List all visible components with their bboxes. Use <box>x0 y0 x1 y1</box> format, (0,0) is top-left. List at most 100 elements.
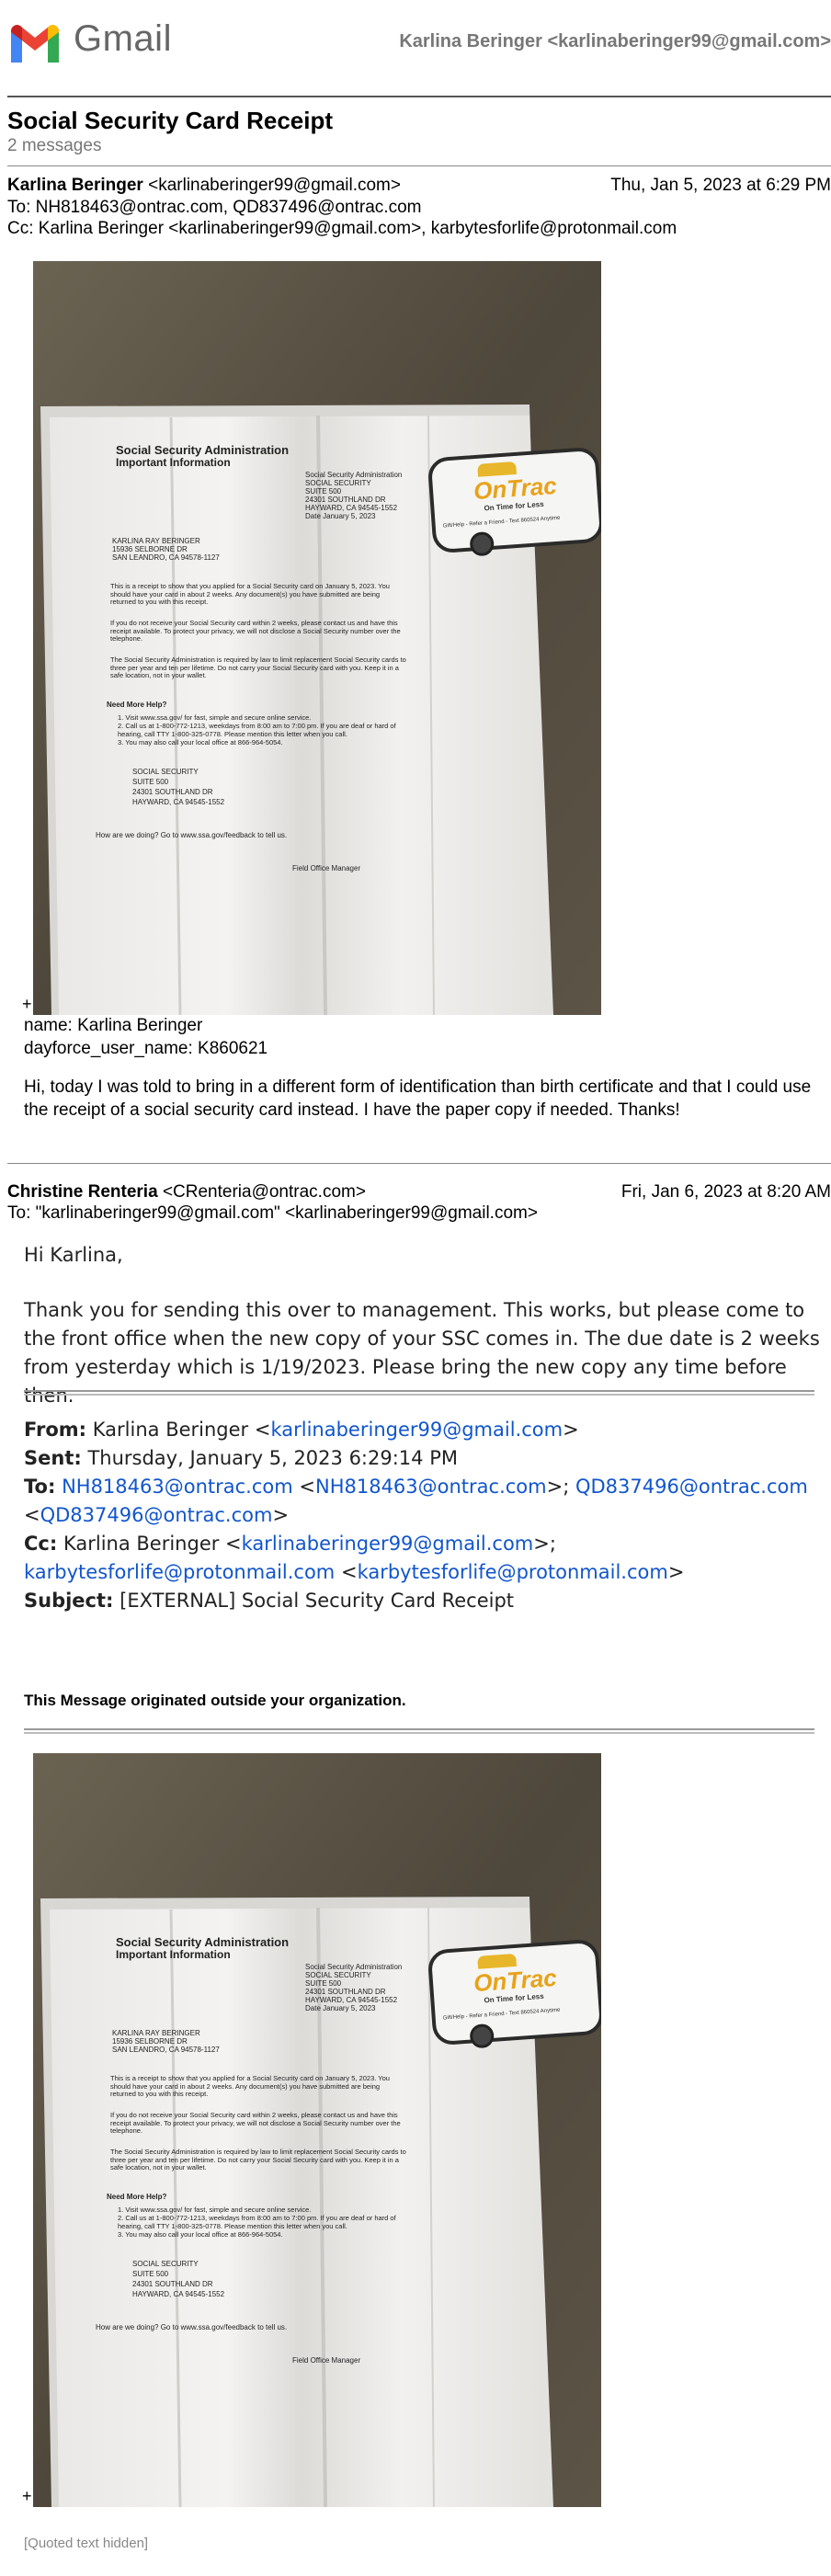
cc-email-link[interactable]: karbytesforlife@protonmail.com <box>24 1561 335 1583</box>
subject-label: Subject: <box>24 1590 114 1612</box>
ontrac-badge: OnTrac On Time for Less Gift/Help - Refe… <box>427 446 601 557</box>
letter-help-title: Need More Help? <box>107 701 167 709</box>
badge-footer: Gift/Help - Refer a Friend - Text 860524… <box>442 515 561 530</box>
addr-line: HAYWARD, CA 94545-1552 <box>305 504 398 512</box>
to-email-link[interactable]: NH818463@ontrac.com <box>62 1476 293 1498</box>
para-line: telephone. <box>110 634 143 643</box>
external-warning: This Message originated outside your org… <box>24 1692 406 1709</box>
to-label: To: <box>24 1476 56 1498</box>
sent-label: Sent: <box>24 1447 82 1469</box>
recipient-line: 15936 SELBORNE DR <box>112 2037 188 2046</box>
reply-greeting: Hi Karlina, <box>24 1244 123 1266</box>
expand-plus[interactable]: + <box>22 2487 32 2506</box>
ontrac-badge: OnTrac On Time for Less Gift/Help - Refe… <box>427 1938 601 2049</box>
letter-feedback: How are we doing? Go to www.ssa.gov/feed… <box>96 831 288 839</box>
top-bar: Gmail Karlina Beringer <karlinaberinger9… <box>0 0 831 96</box>
office-line: SUITE 500 <box>132 2270 169 2278</box>
msg1-body: Hi, today I was told to bring in a diffe… <box>24 1077 812 1120</box>
addr-line: SOCIAL SECURITY <box>305 479 371 487</box>
gmail-logo-text: Gmail <box>74 18 172 59</box>
receipt-letter-text: Social Security Administration Important… <box>33 261 601 1015</box>
account-label: Karlina Beringer <karlinaberinger99@gmai… <box>399 31 831 51</box>
message-divider <box>7 1163 831 1164</box>
msg1-to: To: NH818463@ontrac.com, QD837496@ontrac… <box>7 198 422 217</box>
letter-agency: Social Security Administration <box>116 1935 290 1949</box>
quoted-sent: Sent: Thursday, January 5, 2023 6:29:14 … <box>24 1444 824 1473</box>
msg1-cc: Cc: Karlina Beringer <karlinaberinger99@… <box>7 219 677 238</box>
cc-email-link[interactable]: karlinaberinger99@gmail.com <box>242 1533 534 1555</box>
receipt-photo-quoted[interactable]: Social Security Administration Important… <box>33 1753 601 2507</box>
badge-footer: Gift/Help - Refer a Friend - Text 860524… <box>442 2007 561 2022</box>
separator: >; <box>546 1476 575 1498</box>
para-line: receipt available. To protect your priva… <box>110 2118 401 2127</box>
letter-help-list: 1. Visit www.ssa.gov/ for fast, simple a… <box>118 2206 396 2239</box>
expand-plus[interactable]: + <box>22 995 32 1014</box>
addr-line: SUITE 500 <box>305 1979 342 1988</box>
recipient-line: KARLINA RAY BERINGER <box>112 2029 200 2037</box>
office-line: 24301 SOUTHLAND DR <box>132 2280 213 2288</box>
bracket: > <box>563 1419 579 1441</box>
office-line: SUITE 500 <box>132 778 169 786</box>
warning-separator <box>24 1728 814 1734</box>
letter-paragraph: If you do not receive your Social Securi… <box>110 2111 401 2136</box>
from-email-link[interactable]: karlinaberinger99@gmail.com <box>270 1419 563 1441</box>
letter-paragraph: If you do not receive your Social Securi… <box>110 619 401 644</box>
help-line: 3. You may also call your local office a… <box>118 738 283 747</box>
to-email-link[interactable]: QD837496@ontrac.com <box>575 1476 808 1498</box>
letter-office: SOCIAL SECURITY SUITE 500 24301 SOUTHLAN… <box>132 2259 224 2299</box>
letter-help-list: 1. Visit www.ssa.gov/ for fast, simple a… <box>118 713 396 747</box>
letter-agency: Social Security Administration <box>116 443 290 457</box>
quoted-text-hidden[interactable]: [Quoted text hidden] <box>24 2536 148 2551</box>
letter-paragraph: The Social Security Administration is re… <box>110 655 406 680</box>
receipt-photo[interactable]: Social Security Administration Important… <box>33 261 601 1015</box>
bracket: < <box>24 1504 40 1526</box>
recipient-line: KARLINA RAY BERINGER <box>112 537 200 545</box>
letter-office: SOCIAL SECURITY SUITE 500 24301 SOUTHLAN… <box>132 767 224 807</box>
letter-paragraph: This is a receipt to show that you appli… <box>110 2074 390 2099</box>
office-line: HAYWARD, CA 94545-1552 <box>132 2290 225 2298</box>
addr-line: 24301 SOUTHLAND DR <box>305 1988 386 1996</box>
bracket: > <box>272 1504 290 1526</box>
letter-manager: Field Office Manager <box>292 864 361 872</box>
bracket: < <box>335 1561 358 1583</box>
quoted-subject: Subject: [EXTERNAL] Social Security Card… <box>24 1587 824 1615</box>
letter-address-block: Social Security Administration SOCIAL SE… <box>305 471 402 520</box>
help-line: 1. Visit www.ssa.gov/ for fast, simple a… <box>118 713 312 722</box>
bracket: > <box>667 1561 685 1583</box>
subject-value: [EXTERNAL] Social Security Card Receipt <box>120 1590 515 1612</box>
help-line: 3. You may also call your local office a… <box>118 2230 283 2239</box>
office-line: SOCIAL SECURITY <box>132 768 199 776</box>
field-user: dayforce_user_name: K860621 <box>24 1039 268 1058</box>
office-line: SOCIAL SECURITY <box>132 2260 199 2268</box>
msg1-from: Karlina Beringer <karlinaberinger99@gmai… <box>7 176 401 196</box>
para-line: safe location, not in your wallet. <box>110 671 207 679</box>
quoted-cc: Cc: Karlina Beringer <karlinaberinger99@… <box>24 1530 824 1587</box>
addr-line: Date January 5, 2023 <box>305 512 376 520</box>
addr-line: 24301 SOUTHLAND DR <box>305 496 386 504</box>
recipient-line: SAN LEANDRO, CA 94578-1127 <box>112 553 220 562</box>
msg2-from-email: <CRenteria@ontrac.com> <box>162 1182 366 1202</box>
from-name: Karlina Beringer < <box>92 1419 271 1441</box>
help-line: 2. Call us at 1-800-772-1213, weekdays f… <box>118 2214 396 2222</box>
cc-email-link[interactable]: karbytesforlife@protonmail.com <box>358 1561 668 1583</box>
quoted-header: From: Karlina Beringer <karlinaberinger9… <box>24 1416 824 1615</box>
letter-help-title: Need More Help? <box>107 2193 167 2201</box>
field-name: name: Karlina Beringer <box>24 1016 203 1035</box>
badge-brand: OnTrac <box>472 1963 558 1998</box>
msg2-to: To: "karlinaberinger99@gmail.com" <karli… <box>7 1203 538 1223</box>
addr-line: Social Security Administration <box>305 1963 403 1971</box>
msg2-from-name: Christine Renteria <box>7 1182 158 1202</box>
message-count: 2 messages <box>7 136 102 155</box>
to-email-link[interactable]: QD837496@ontrac.com <box>40 1504 273 1526</box>
letter-recipient: KARLINA RAY BERINGER 15936 SELBORNE DR S… <box>112 2029 220 2054</box>
para-line: returned to you with this receipt. <box>110 598 209 606</box>
bracket: < <box>292 1476 315 1498</box>
to-email-link[interactable]: NH818463@ontrac.com <box>315 1476 547 1498</box>
separator: >; <box>533 1533 556 1555</box>
letter-manager: Field Office Manager <box>292 2356 361 2365</box>
letter-paragraph: This is a receipt to show that you appli… <box>110 582 390 607</box>
addr-line: SUITE 500 <box>305 487 342 496</box>
help-line: hearing, call TTY 1-800-325-0778. Please… <box>118 730 347 738</box>
help-line: 1. Visit www.ssa.gov/ for fast, simple a… <box>118 2206 312 2214</box>
addr-line: HAYWARD, CA 94545-1552 <box>305 1996 398 2004</box>
